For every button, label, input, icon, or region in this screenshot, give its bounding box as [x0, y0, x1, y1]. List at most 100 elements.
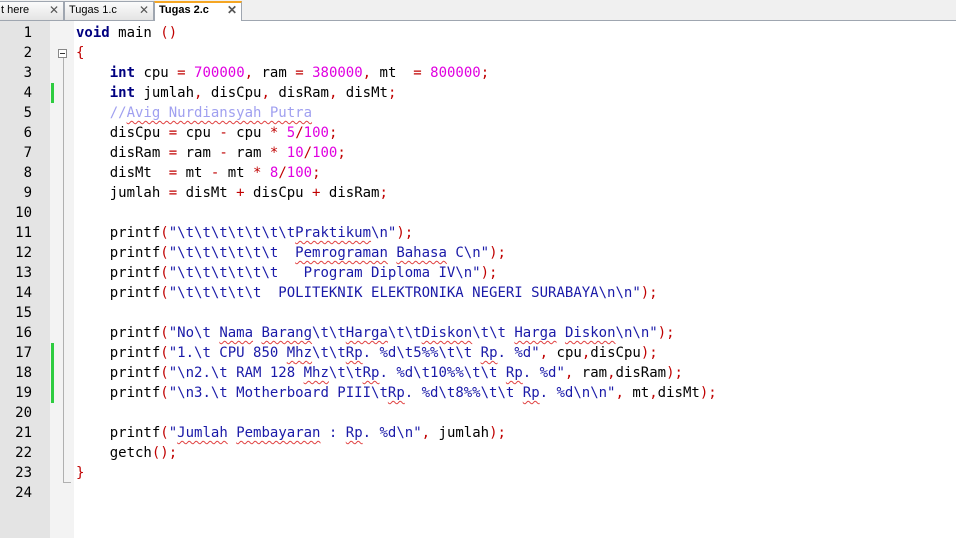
close-icon[interactable]: ✕	[139, 2, 149, 19]
code-line[interactable]: 15	[0, 303, 956, 323]
line-number: 16	[15, 325, 32, 341]
tab-tugas-2[interactable]: Tugas 2.c ✕	[154, 1, 242, 21]
code-token: :	[320, 425, 346, 441]
code-token: printf	[76, 285, 161, 301]
line-code[interactable]: disMt = mt - mt * 8/100;	[76, 163, 321, 183]
line-code[interactable]: printf("Jumlah Pembayaran : Rp. %d\n", j…	[76, 423, 506, 443]
misspelled-token: Rp	[505, 365, 523, 381]
line-code[interactable]: printf("1.\t CPU 850 Mhz\t\tRp. %d\t5%%\…	[76, 343, 658, 363]
code-token: int	[109, 85, 136, 101]
code-token: mt	[219, 165, 254, 181]
code-line[interactable]: 7 disRam = ram - ram * 10/100;	[0, 143, 956, 163]
line-number: 18	[15, 365, 32, 381]
code-line[interactable]: 3 int cpu = 700000, ram = 380000, mt = 8…	[0, 63, 956, 83]
line-code[interactable]: {	[76, 43, 84, 63]
line-code[interactable]: printf("\n2.\t RAM 128 Mhz\t\tRp. %d\t10…	[76, 363, 683, 383]
code-token: ,	[581, 345, 591, 361]
code-token: \t\t	[472, 325, 515, 341]
code-token: (	[160, 425, 169, 441]
code-token: -	[219, 125, 228, 141]
code-token: "\t\t\t\t\t\t	[168, 245, 296, 261]
line-code[interactable]: int jumlah, disCpu, disRam, disMt;	[76, 83, 397, 103]
line-number: 4	[23, 85, 32, 101]
code-line[interactable]: 19 printf("\n3.\t Motherboard PIII\tRp. …	[0, 383, 956, 403]
code-line[interactable]: 9 jumlah = disMt + disCpu + disRam;	[0, 183, 956, 203]
code-token: disMt	[657, 385, 700, 401]
code-token: printf	[76, 385, 161, 401]
line-code[interactable]: int cpu = 700000, ram = 380000, mt = 800…	[76, 63, 489, 83]
code-line[interactable]: 21 printf("Jumlah Pembayaran : Rp. %d\n"…	[0, 423, 956, 443]
code-token: (	[160, 365, 169, 381]
line-number: 1	[23, 25, 32, 41]
line-code[interactable]: getch();	[76, 443, 177, 463]
line-number: 5	[23, 105, 32, 121]
code-line[interactable]: 16 printf("No\t Nama Barang\t\tHarga\t\t…	[0, 323, 956, 343]
code-token: 10	[286, 145, 304, 161]
tab-file-0[interactable]: t here ✕	[0, 1, 64, 20]
code-line[interactable]: 12 printf("\t\t\t\t\t\t Pemrograman Baha…	[0, 243, 956, 263]
code-token: \t\t	[387, 325, 422, 341]
code-line[interactable]: 10	[0, 203, 956, 223]
line-code[interactable]: void main ()	[76, 23, 177, 43]
code-line[interactable]: 4 int jumlah, disCpu, disRam, disMt;	[0, 83, 956, 103]
code-line[interactable]: 14 printf("\t\t\t\t\t POLITEKNIK ELEKTRO…	[0, 283, 956, 303]
code-token: jumlah	[76, 185, 169, 201]
line-code[interactable]: }	[76, 463, 84, 483]
code-line[interactable]: 5 //Avig Nurdiansyah Putra	[0, 103, 956, 123]
code-line[interactable]: 22 getch();	[0, 443, 956, 463]
code-token: disMt	[177, 185, 237, 201]
code-line[interactable]: 24	[0, 483, 956, 503]
code-token: (	[160, 285, 169, 301]
code-line[interactable]: 6 disCpu = cpu - cpu * 5/100;	[0, 123, 956, 143]
code-line[interactable]: 8 disMt = mt - mt * 8/100;	[0, 163, 956, 183]
line-code[interactable]: disRam = ram - ram * 10/100;	[76, 143, 346, 163]
code-token: \n"	[371, 225, 397, 241]
code-token: \t\t	[328, 365, 363, 381]
code-token: printf	[76, 365, 161, 381]
code-token: "1.\t CPU 850	[168, 345, 287, 361]
line-number: 24	[15, 485, 32, 501]
code-token: ();	[151, 445, 178, 461]
code-line[interactable]: 2{	[0, 43, 956, 63]
code-token: /	[295, 125, 304, 141]
line-number: 11	[15, 225, 32, 241]
code-line[interactable]: 11 printf("\t\t\t\t\t\t\tPraktikum\n");	[0, 223, 956, 243]
code-token: =	[413, 65, 422, 81]
code-line[interactable]: 23}	[0, 463, 956, 483]
misspelled-token: Rp	[480, 345, 498, 361]
close-icon[interactable]: ✕	[227, 3, 237, 18]
code-line[interactable]: 13 printf("\t\t\t\t\t\t Program Diploma …	[0, 263, 956, 283]
code-token: "	[168, 425, 178, 441]
line-code[interactable]: jumlah = disMt + disCpu + disRam;	[76, 183, 388, 203]
line-number: 23	[15, 465, 32, 481]
code-token: =	[168, 185, 178, 201]
code-line[interactable]: 1 void main ()	[0, 23, 956, 43]
code-token: printf	[76, 245, 161, 261]
line-code[interactable]: //Avig Nurdiansyah Putra	[76, 103, 312, 123]
line-code[interactable]: printf("\t\t\t\t\t\t Program Diploma IV\…	[76, 263, 498, 283]
line-code[interactable]: printf("\t\t\t\t\t POLITEKNIK ELEKTRONIK…	[76, 283, 658, 303]
line-code[interactable]: printf("\n3.\t Motherboard PIII\tRp. %d\…	[76, 383, 717, 403]
code-line[interactable]: 17 printf("1.\t CPU 850 Mhz\t\tRp. %d\t5…	[0, 343, 956, 363]
line-number: 17	[15, 345, 32, 361]
code-line[interactable]: 18 printf("\n2.\t RAM 128 Mhz\t\tRp. %d\…	[0, 363, 956, 383]
code-token: ,	[261, 85, 270, 101]
misspelled-token: Diskon	[421, 325, 473, 341]
code-token: ,	[362, 65, 372, 81]
line-code[interactable]: printf("\t\t\t\t\t\t\tPraktikum\n");	[76, 223, 413, 243]
code-line[interactable]: 20	[0, 403, 956, 423]
tab-tugas-1[interactable]: Tugas 1.c ✕	[64, 1, 154, 20]
line-number: 19	[15, 385, 32, 401]
line-code[interactable]: printf("No\t Nama Barang\t\tHarga\t\tDis…	[76, 323, 675, 343]
code-token: \t\t	[312, 345, 346, 361]
line-number: 9	[23, 185, 32, 201]
code-token: int	[109, 65, 136, 81]
line-number: 13	[15, 265, 32, 281]
close-icon[interactable]: ✕	[49, 2, 59, 19]
line-code[interactable]: disCpu = cpu - cpu * 5/100;	[76, 123, 338, 143]
line-code[interactable]: printf("\t\t\t\t\t\t Pemrograman Bahasa …	[76, 243, 506, 263]
misspelled-token: Harga	[514, 325, 557, 341]
